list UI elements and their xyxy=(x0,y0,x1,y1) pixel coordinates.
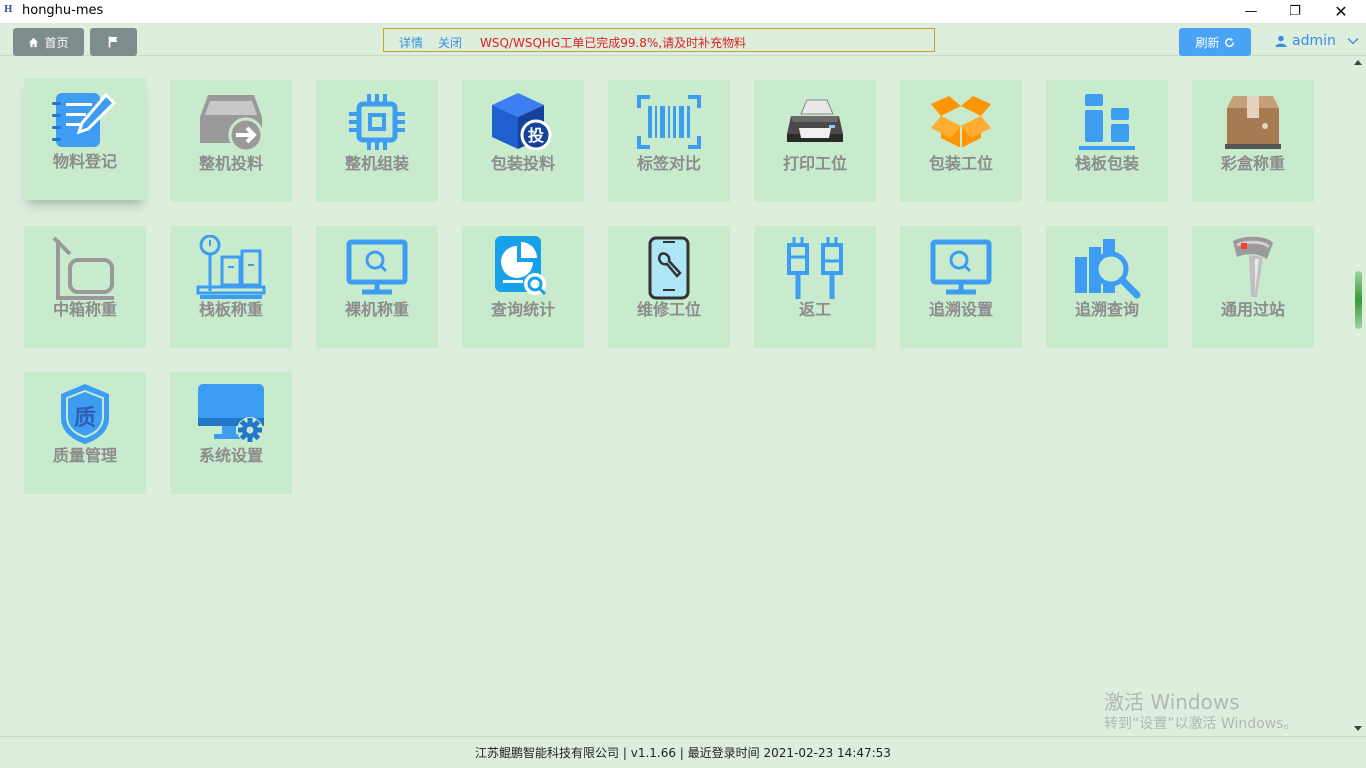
tile-label: 整机投料 xyxy=(198,154,263,173)
tile-bare-machine-weigh[interactable]: 裸机称重 xyxy=(316,226,438,348)
flag-icon xyxy=(108,36,118,48)
chip-icon xyxy=(339,90,415,154)
tile-trace-settings[interactable]: 追溯设置 xyxy=(900,226,1022,348)
tile-label: 标签对比 xyxy=(636,154,701,173)
user-name: admin xyxy=(1292,33,1336,49)
printer-icon xyxy=(777,90,853,154)
tile-label: 质量管理 xyxy=(52,446,117,465)
scroll-down-icon[interactable] xyxy=(1354,726,1362,731)
tile-trace-query[interactable]: 追溯查询 xyxy=(1046,226,1168,348)
tile-label: 栈板包装 xyxy=(1074,154,1139,173)
home-label: 首页 xyxy=(44,35,69,50)
tile-quality-management[interactable]: 质 质量管理 xyxy=(24,372,146,494)
tile-label: 返工 xyxy=(798,300,831,319)
platform-scale-icon xyxy=(193,235,269,300)
footer-text: 江苏鲲鹏智能科技有限公司 | v1.1.66 | 最近登录时间 2021-02-… xyxy=(475,746,891,760)
tile-label: 系统设置 xyxy=(198,446,263,465)
chevron-down-icon xyxy=(1347,38,1359,45)
pallet-stack-icon xyxy=(1069,90,1145,154)
tile-label: 中箱称重 xyxy=(52,300,117,319)
box-arrow-icon xyxy=(193,90,269,154)
tile-color-box-weigh[interactable]: 彩盒称重 xyxy=(1192,80,1314,202)
notice-bar: 详情 关闭 WSQ/WSQHG工单已完成99.8%,请及时补充物料 xyxy=(383,28,935,52)
notice-message: WSQ/WSQHG工单已完成99.8%,请及时补充物料 xyxy=(480,36,747,50)
tile-package-feed[interactable]: 投 包装投料 xyxy=(462,80,584,202)
tile-system-settings[interactable]: 系统设置 xyxy=(170,372,292,494)
chart-magnifier-icon xyxy=(1069,236,1145,300)
tile-label: 追溯查询 xyxy=(1074,300,1139,319)
monitor-search-icon xyxy=(923,236,999,300)
plug-icon xyxy=(777,236,853,300)
scale-frame-icon xyxy=(47,236,123,300)
home-button[interactable]: 首页 xyxy=(13,28,84,56)
window-titlebar: H honghu-mes — ❐ ✕ xyxy=(0,0,1366,23)
tile-pallet-weigh[interactable]: 栈板称重 xyxy=(170,226,292,348)
scroll-up-icon[interactable] xyxy=(1354,60,1362,65)
tile-print-station[interactable]: 打印工位 xyxy=(754,80,876,202)
notebook-pen-icon xyxy=(47,88,123,152)
tile-pallet-package[interactable]: 栈板包装 xyxy=(1046,80,1168,202)
tile-general-pass[interactable]: 通用过站 xyxy=(1192,226,1314,348)
barcode-icon xyxy=(631,90,707,154)
scrollbar-thumb[interactable] xyxy=(1355,271,1362,329)
open-box-icon xyxy=(923,90,999,154)
tile-label: 查询统计 xyxy=(490,300,555,319)
user-icon xyxy=(1275,35,1287,47)
report-search-icon xyxy=(485,236,561,300)
window-title: honghu-mes xyxy=(22,3,104,18)
tile-label: 彩盒称重 xyxy=(1220,154,1285,173)
app-logo-icon: H xyxy=(4,5,12,15)
tile-label: 包装工位 xyxy=(928,154,993,173)
flag-button[interactable] xyxy=(90,28,137,56)
cube-tou-icon: 投 xyxy=(485,90,561,154)
vertical-scrollbar[interactable] xyxy=(1350,56,1366,735)
barcode-scanner-icon xyxy=(1215,236,1291,300)
tile-material-register[interactable]: 物料登记 xyxy=(24,78,146,200)
refresh-button[interactable]: 刷新 xyxy=(1179,28,1251,56)
minimize-icon: — xyxy=(1244,4,1258,19)
close-icon: ✕ xyxy=(1334,2,1348,21)
activation-watermark-title: 激活 Windows xyxy=(1104,690,1240,714)
phone-wrench-icon xyxy=(631,236,707,300)
refresh-icon xyxy=(1224,37,1234,47)
shield-quality-icon: 质 xyxy=(47,382,123,446)
restore-icon: ❐ xyxy=(1289,4,1301,19)
tile-machine-assembly[interactable]: 整机组装 xyxy=(316,80,438,202)
restore-button[interactable]: ❐ xyxy=(1272,0,1318,23)
activation-watermark-text: 转到“设置”以激活 Windows。 xyxy=(1104,716,1298,732)
footer: 江苏鲲鹏智能科技有限公司 | v1.1.66 | 最近登录时间 2021-02-… xyxy=(0,736,1366,768)
tile-rework[interactable]: 返工 xyxy=(754,226,876,348)
monitor-search-icon xyxy=(339,236,415,300)
tile-middle-box-weigh[interactable]: 中箱称重 xyxy=(24,226,146,348)
user-menu[interactable]: admin xyxy=(1275,33,1359,49)
refresh-label: 刷新 xyxy=(1195,35,1220,50)
tile-repair-station[interactable]: 维修工位 xyxy=(608,226,730,348)
tile-query-statistics[interactable]: 查询统计 xyxy=(462,226,584,348)
close-window-button[interactable]: ✕ xyxy=(1318,0,1364,23)
monitor-gear-icon xyxy=(193,382,269,446)
notice-detail-link[interactable]: 详情 xyxy=(399,34,423,51)
tile-label: 整机组装 xyxy=(344,154,409,173)
tile-label-compare[interactable]: 标签对比 xyxy=(608,80,730,202)
tile-label: 追溯设置 xyxy=(928,300,993,319)
tile-label: 物料登记 xyxy=(52,152,117,171)
tile-label: 栈板称重 xyxy=(198,300,263,319)
minimize-button[interactable]: — xyxy=(1228,0,1274,23)
tile-label: 打印工位 xyxy=(782,154,847,173)
svg-text:投: 投 xyxy=(528,126,544,145)
carton-icon xyxy=(1215,90,1291,154)
tile-label: 维修工位 xyxy=(636,300,701,319)
home-icon xyxy=(29,37,39,47)
tile-package-station[interactable]: 包装工位 xyxy=(900,80,1022,202)
svg-text:质: 质 xyxy=(74,406,96,431)
tile-label: 通用过站 xyxy=(1220,300,1285,319)
toolbar: 首页 详情 关闭 WSQ/WSQHG工单已完成99.8%,请及时补充物料 刷新 … xyxy=(0,23,1366,56)
tile-label: 裸机称重 xyxy=(344,300,409,319)
tile-machine-feed[interactable]: 整机投料 xyxy=(170,80,292,202)
tile-label: 包装投料 xyxy=(490,154,555,173)
notice-close-link[interactable]: 关闭 xyxy=(438,34,462,51)
